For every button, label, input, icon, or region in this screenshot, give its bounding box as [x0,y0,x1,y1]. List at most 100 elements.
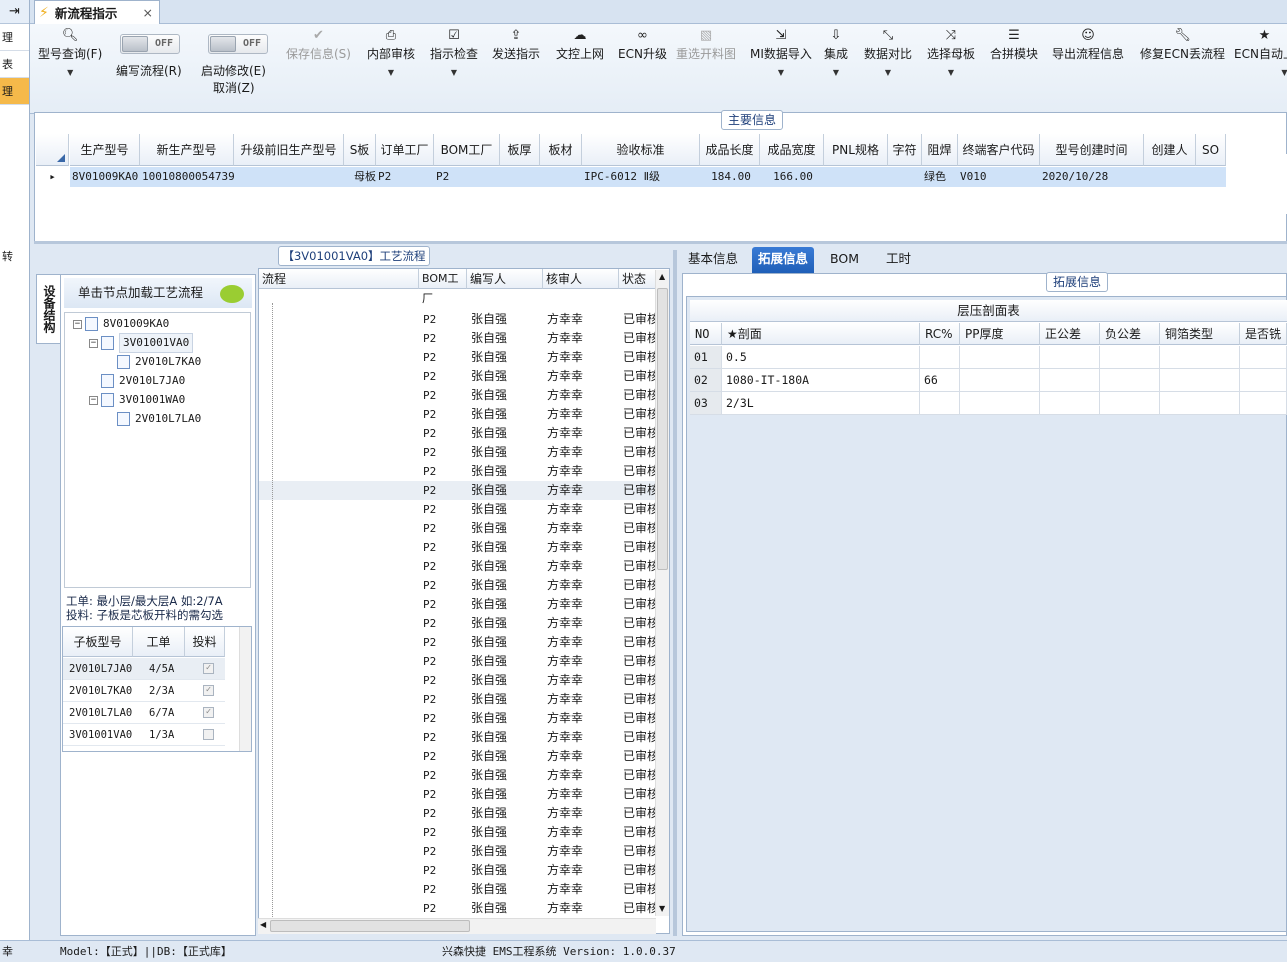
column-header[interactable]: 投料 [185,627,225,657]
column-header[interactable]: 铜箔类型 [1160,323,1240,345]
table-cell[interactable]: 1080-IT-180A [722,369,920,391]
process-row[interactable]: −棕化1P2张自强方幸幸已审核 [259,728,659,747]
process-row[interactable]: 沉铜1P2张自强方幸幸已审核 [259,823,659,842]
tab-work-hours[interactable]: 工时 [880,247,917,273]
process-row[interactable]: −层压P2张自强方幸幸已审核 [259,424,659,443]
table-row[interactable]: 2V010L7KA0 2/3A ✓ [63,680,225,702]
process-row[interactable]: 打字唛P2张自强方幸幸已审核 [259,538,659,557]
process-row[interactable]: −计划投料P2张自强方幸幸已审核 [259,348,659,367]
process-row[interactable]: 棕化P2张自强方幸幸已审核 [259,633,659,652]
collapse-icon[interactable]: − [73,319,82,329]
tab-device-structure[interactable]: 设备结构 [36,274,60,344]
scroll-left-icon[interactable]: ◀ [260,920,266,929]
publish-online-button[interactable]: ☁ 文控上网 [556,28,604,62]
nav-item-2[interactable]: 表 [0,51,29,78]
collapse-icon[interactable]: − [89,338,98,348]
column-header[interactable]: 新生产型号 [140,134,234,166]
chevron-down-icon[interactable]: ▼ [864,68,912,77]
nav-item-4[interactable]: 转 [2,248,13,264]
tab-new-process[interactable]: ⚡ 新流程指示 × [34,0,160,24]
close-icon[interactable]: × [143,5,153,20]
table-cell[interactable]: 母板 [344,167,376,187]
chevron-down-icon[interactable]: ▼ [927,68,975,77]
table-row[interactable]: 3V01001VA0 1/3A [63,724,225,746]
save-info-button[interactable]: ✔ 保存信息(S) [286,28,351,62]
table-cell[interactable]: 66 [920,369,960,391]
table-cell[interactable]: 166.00 [760,167,824,187]
table-cell[interactable] [824,167,888,187]
table-row[interactable]: 01 0.5 [690,346,1287,369]
tab-extended-info[interactable]: 拓展信息 [752,247,815,273]
column-header[interactable]: RC% [920,323,960,345]
process-row[interactable]: −激光钻孔P2张自强方幸幸已审核 [259,652,659,671]
export-flow-info-button[interactable]: ☺ 导出流程信息 [1052,28,1124,62]
column-header[interactable]: BOM工厂 [419,269,467,305]
tree-node[interactable]: 2V010L7LA0 [105,410,201,428]
column-header[interactable]: 生产型号 [70,134,140,166]
tree-node[interactable]: − 3V01001VA0 [89,333,194,353]
vertical-splitter[interactable] [673,250,677,936]
table-cell[interactable] [960,346,1040,368]
tree-node[interactable]: − 8V01009KA0 [73,315,169,333]
table-cell[interactable] [1144,167,1196,187]
process-row[interactable]: 压合P2张自强方幸幸已审核 [259,481,659,500]
process-row[interactable]: 化学清洗1P2张自强方幸幸已审核 [259,747,659,766]
column-header[interactable]: ★剖面 [722,323,920,345]
column-header[interactable]: 字符 [888,134,922,166]
process-row[interactable]: 开料P2张自强方幸幸已审核 [259,405,659,424]
table-cell[interactable] [1100,369,1160,391]
column-header[interactable]: SO [1196,134,1226,166]
column-header[interactable]: 阻焊 [922,134,958,166]
process-row[interactable]: 排板P2张自强方幸幸已审核 [259,462,659,481]
column-header[interactable]: PP厚度 [960,323,1040,345]
table-row[interactable]: 3V01001WA0 [63,746,225,752]
table-row[interactable]: 2V010L7LA0 6/7A ✓ [63,702,225,724]
table-cell[interactable] [1240,346,1287,368]
process-row[interactable]: 盲孔检查P2张自强方幸幸已审核 [259,785,659,804]
process-row[interactable]: X-Ray冲孔P2张自强方幸幸已审核 [259,500,659,519]
column-header[interactable]: 板厚 [500,134,540,166]
process-row[interactable]: −⌂3V01001VA0 [259,291,657,310]
table-row[interactable]: 03 2/3L [690,392,1287,415]
process-row[interactable]: 减薄铜1P2张自强方幸幸已审核 [259,595,659,614]
feed-checkbox[interactable] [203,729,214,740]
mi-data-import-button[interactable]: ⇲ MI数据导入 ▼ [750,28,812,77]
start-modify-toggle[interactable]: OFF [208,34,268,54]
send-instruction-button[interactable]: ⇪ 发送指示 [492,28,540,62]
column-header[interactable]: 成品长度 [700,134,760,166]
repair-ecn-flow-button[interactable]: 🔧︎ 修复ECN丢流程 [1140,28,1225,62]
process-row[interactable]: 铣边P2张自强方幸幸已审核 [259,519,659,538]
table-cell[interactable] [1100,392,1160,414]
table-cell[interactable]: 绿色 [922,167,958,187]
table-cell[interactable] [1240,392,1287,414]
column-header[interactable]: 型号创建时间 [1040,134,1144,166]
process-scroll-thumb[interactable] [657,288,668,570]
sub-grid-scrollbar[interactable] [239,627,251,751]
chevron-down-icon[interactable]: ▼ [750,68,812,77]
table-cell[interactable] [500,167,540,187]
table-cell[interactable]: 2/3L [722,392,920,414]
process-hscroll-thumb[interactable] [270,920,470,932]
process-row[interactable]: 烘板P2张自强方幸幸已审核 [259,557,659,576]
nav-item-1[interactable]: 理 [0,24,29,51]
model-query-button[interactable]: 🔍︎ 型号查询(F) ▼ [38,28,102,77]
table-cell[interactable] [1040,346,1100,368]
integrate-button[interactable]: ⇩ 集成 ▼ [824,28,848,77]
process-row[interactable]: −减薄铜P2张自强方幸幸已审核 [259,899,659,918]
column-header[interactable]: 板材 [540,134,582,166]
process-row[interactable]: 激光钻孔P2张自强方幸幸已审核 [259,671,659,690]
column-header[interactable]: 终端客户代码 [958,134,1040,166]
scroll-down-icon[interactable]: ▼ [659,904,665,913]
process-row[interactable]: 电镀填孔P2张自强方幸幸已审核 [259,880,659,899]
process-row[interactable]: 预排P2张自强方幸幸已审核 [259,443,659,462]
table-cell[interactable] [1100,346,1160,368]
scroll-up-icon[interactable]: ▲ [659,272,665,281]
feed-checkbox[interactable]: ✓ [203,663,214,674]
process-row[interactable]: −AOIP2张自强方幸幸已审核 [259,766,659,785]
table-cell[interactable]: 0.5 [722,346,920,368]
process-row[interactable]: 等离子处理P2张自强方幸幸已审核 [259,709,659,728]
column-header[interactable]: 负公差 [1100,323,1160,345]
table-cell[interactable]: 01 [690,346,722,368]
table-cell[interactable] [1040,369,1100,391]
feed-checkbox[interactable] [203,751,214,752]
